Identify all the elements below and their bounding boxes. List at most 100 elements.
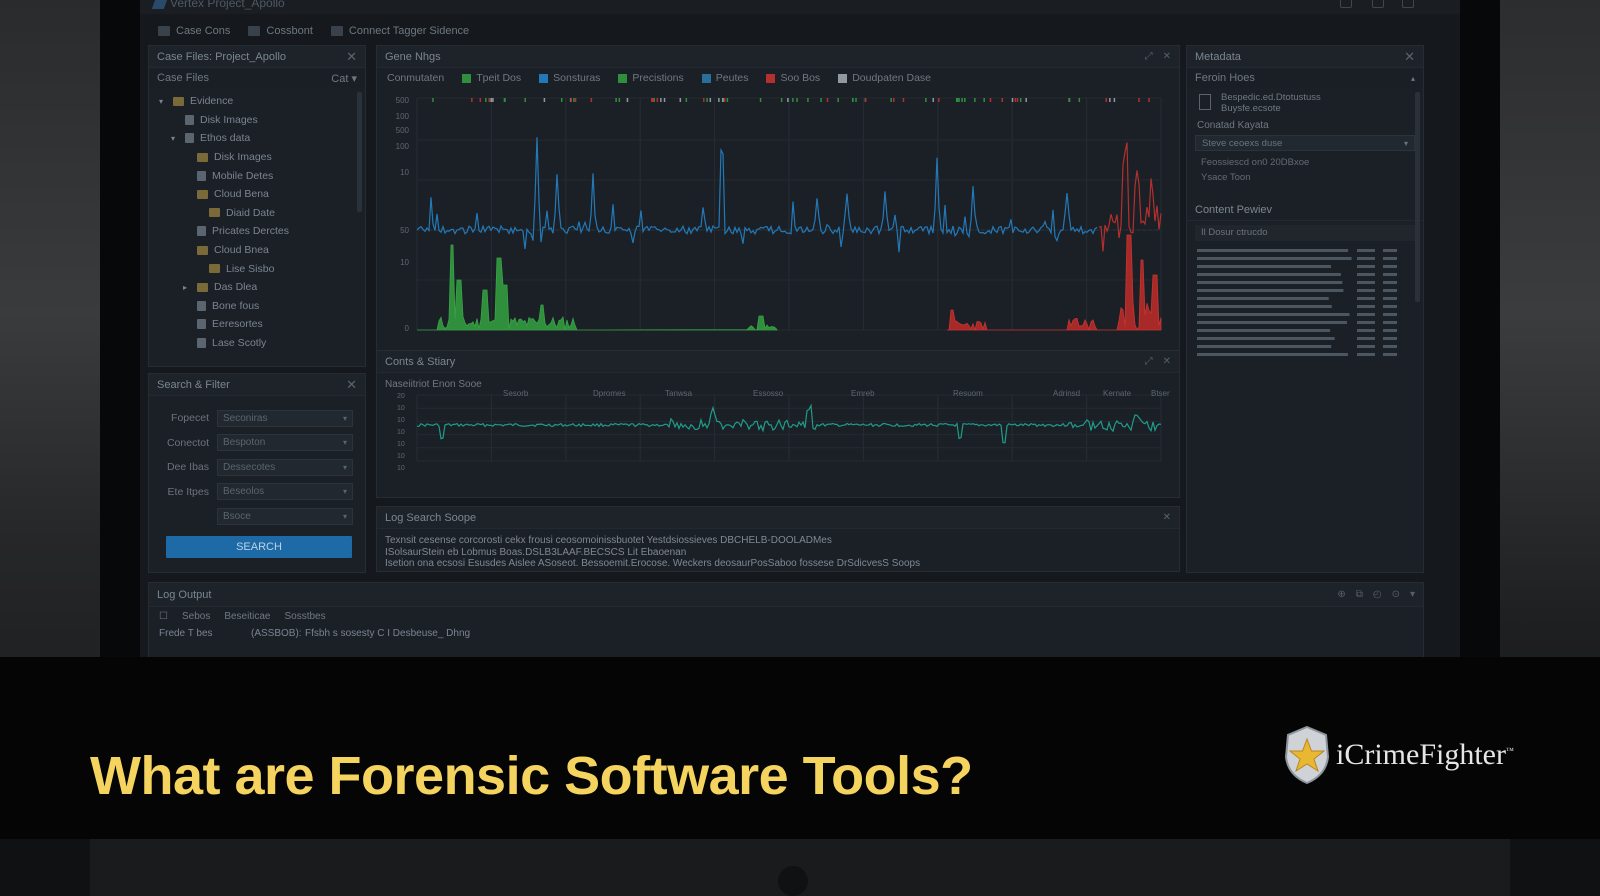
hex-line [1357,337,1375,340]
copy-icon[interactable]: ⧉ [1356,589,1363,600]
tree-item[interactable]: Pricates Derctes [159,222,365,241]
filter-select[interactable]: Dessecotes ▾ [217,458,353,476]
hex-line [1357,257,1375,260]
legend-item[interactable]: Tpeit Dos [462,72,521,84]
toolbar-item-connect[interactable]: Connect Tagger Sidence [330,25,469,37]
metadata-scrollbar[interactable] [1415,92,1420,302]
tree-item[interactable]: Disk Images [159,148,365,167]
chevron-icon[interactable]: ▾ [159,97,167,106]
close-icon[interactable]: ✕ [1163,356,1171,367]
legend-swatch [838,73,848,83]
badge-star-icon [1284,725,1330,785]
filter-row: Conectot Bespoton ▾ [149,431,365,456]
legend-item[interactable]: Sonsturas [539,72,600,84]
metadata-item: Ysace Toon [1201,172,1251,183]
log-tab[interactable]: Beseiticae [224,611,270,622]
y-tick-label: 20 [397,393,405,400]
event-marker [503,98,506,102]
tree-item[interactable]: Cloud Bena [159,185,365,204]
chevron-up-icon[interactable]: ▴ [1411,74,1415,83]
filter-select[interactable]: Seconiras ▾ [217,409,353,427]
search-button[interactable]: SEARCH [166,536,352,558]
legend-item[interactable]: Precistions [618,72,684,84]
event-marker [471,98,473,102]
event-marker [1019,98,1022,102]
event-marker [938,98,940,102]
chevron-icon[interactable]: ▾ [171,134,179,143]
event-marker [685,98,688,102]
hex-line [1197,345,1332,348]
tree-item[interactable]: Lase Scotly [159,334,365,353]
close-icon[interactable]: ✕ [346,377,357,393]
toolbar-item-dashboard[interactable]: Cossbont [248,25,313,37]
tree-item[interactable]: Diaid Date [159,204,365,223]
tree-item[interactable]: ▾ Ethos data [159,129,365,148]
legend-item[interactable]: Doudpaten Dase [838,72,931,84]
legend-item[interactable]: Soo Bos [766,72,820,84]
event-marker [796,98,798,102]
chevron-icon[interactable]: ▸ [183,283,191,292]
hex-line [1383,281,1397,284]
tree-item[interactable]: ▾ Evidence [159,92,365,111]
close-icon[interactable]: ✕ [346,49,357,65]
content-preview-item[interactable]: Il Dosur ctrucdo [1195,225,1415,241]
close-icon[interactable]: ✕ [1163,512,1171,523]
settings-icon[interactable]: ⊙ [1392,589,1400,600]
legend-item[interactable]: Conmutaten [387,72,444,84]
maximize-icon[interactable] [1372,0,1384,8]
tree-item[interactable]: Eeresortes [159,315,365,334]
y-axis-top: 500 100 500 100 10 50 [396,96,410,235]
case-files-sort-dropdown[interactable]: Cat ▾ [331,72,357,85]
case-files-panel: Case Files: Project_Apollo ✕ Case Files … [148,45,366,367]
chevron-down-icon[interactable]: ▾ [1410,589,1415,600]
close-icon[interactable]: ✕ [1163,51,1171,62]
toolbar-item-cases[interactable]: Case Cons [158,25,230,37]
event-marker [524,98,526,102]
event-marker [780,98,783,102]
log-cell: (ASSBOB): [251,628,302,639]
event-marker [932,98,935,102]
filter-select[interactable]: Bespoton ▾ [217,434,353,452]
tree-item-label: Bone fous [212,299,260,312]
filter-label: Ete Itpes [167,485,209,498]
hex-line [1357,265,1375,268]
log-tab[interactable]: Sosstbes [284,611,325,622]
log-output-panel: Log Output ⊕ ⧉ ◴ ⊙ ▾ ☐ Sebos Beseiticae Soss… [148,582,1424,660]
zoom-icon[interactable]: ⊕ [1337,589,1345,600]
expand-icon[interactable]: ⤢ [1145,51,1153,62]
filter-select[interactable]: Beseolos ▾ [217,483,353,501]
file-tree-scrollbar[interactable] [357,92,362,212]
log-row[interactable]: Frede T bes (ASSBOB): Ffsbh s sosesty C … [149,626,1423,641]
trademark-mark: ™ [1505,746,1514,755]
tree-item[interactable]: ▸ Das Dlea [159,278,365,297]
legend-label: Precistions [632,72,684,84]
minimize-icon[interactable] [1340,0,1352,8]
expand-icon[interactable]: ⤢ [1145,356,1153,367]
log-search-line: Isetion ona ecsosi Esusdes Aislee ASoseo… [385,558,921,569]
event-marker [759,98,762,102]
app-logo-icon [151,0,169,9]
tree-item[interactable]: Bone fous [159,297,365,316]
tree-item[interactable]: Lise Sisbo [159,259,365,278]
y-tick-label: 500 [396,96,410,105]
log-output-tabs: ☐ Sebos Beseiticae Sosstbes [149,607,1423,626]
file-icon [1199,94,1211,110]
metadata-select[interactable]: Steve ceoexs duse ▾ [1195,135,1415,151]
annotation-label: Essosso [753,389,784,398]
close-window-icon[interactable] [1402,0,1414,8]
event-marker [807,98,809,102]
legend-item[interactable]: Peutes [701,72,748,84]
close-icon[interactable]: ✕ [1404,49,1415,65]
log-tab[interactable]: Sebos [182,611,210,622]
filter-select[interactable]: Bsoce ▾ [217,507,353,525]
refresh-icon[interactable]: ◴ [1373,589,1382,600]
filter-icon[interactable]: ☐ [159,611,168,622]
content-preview-header: Content Pewiev [1187,199,1423,221]
tree-item[interactable]: Mobile Detes [159,166,365,185]
tree-item[interactable]: Cloud Bnea [159,241,365,260]
chart-legend: Conmutaten Tpeit Dos Sonsturas Precistions P… [377,68,1179,88]
tree-item[interactable]: Disk Images [159,111,365,130]
hex-line [1197,353,1348,356]
event-marker [1105,98,1107,102]
event-marker [964,98,966,102]
